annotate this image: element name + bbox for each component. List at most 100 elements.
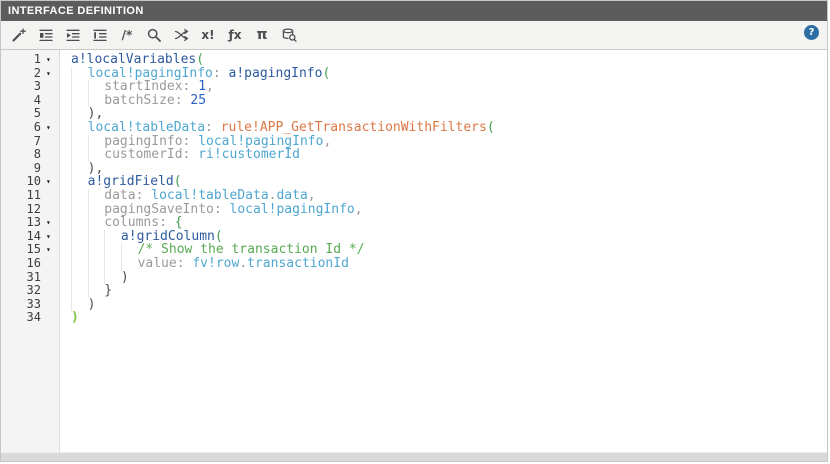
- indent-guide: [71, 216, 88, 230]
- code-text: data: local!tableData.data,: [62, 189, 316, 203]
- fold-toggle-icon[interactable]: ▾: [43, 67, 62, 81]
- token-cls: ): [88, 297, 96, 312]
- fold-toggle-icon[interactable]: ▾: [43, 175, 62, 189]
- token-prm: .: [239, 256, 247, 271]
- indent-guide: [71, 135, 88, 149]
- line-gutter: 32: [1, 284, 62, 298]
- line-gutter: 10▾: [1, 175, 62, 189]
- outdent-lines-icon[interactable]: [88, 24, 112, 46]
- code-line[interactable]: 33): [1, 298, 827, 312]
- fold-spacer: [43, 94, 62, 108]
- token-cls: ): [121, 270, 129, 285]
- line-number: 34: [1, 311, 43, 325]
- code-line[interactable]: 15▾/* Show the transaction Id */: [1, 243, 827, 257]
- line-number: 15: [1, 243, 43, 257]
- code-line[interactable]: 4 batchSize: 25: [1, 94, 827, 108]
- token-hib: ): [71, 310, 79, 325]
- indent-guide: [88, 243, 105, 257]
- line-number: 33: [1, 298, 43, 312]
- code-text: /* Show the transaction Id */: [62, 243, 365, 257]
- indent-guide: [71, 230, 88, 244]
- line-number: 16: [1, 257, 43, 271]
- code-line[interactable]: 5),: [1, 107, 827, 121]
- code-text: ): [62, 271, 129, 285]
- fold-toggle-icon[interactable]: ▾: [43, 243, 62, 257]
- indent-guide: [121, 257, 138, 271]
- token-brk: (: [322, 66, 330, 81]
- function-fx-icon[interactable]: ƒx: [223, 24, 247, 46]
- code-line[interactable]: 12pagingSaveInto: local!pagingInfo,: [1, 203, 827, 217]
- indent-guide: [88, 189, 105, 203]
- fold-toggle-icon[interactable]: ▾: [43, 121, 62, 135]
- indent-arrow-icon[interactable]: [61, 24, 85, 46]
- fold-toggle-icon[interactable]: ▾: [43, 230, 62, 244]
- line-number: 9: [1, 162, 43, 176]
- line-number: 31: [1, 271, 43, 285]
- line-gutter: 13▾: [1, 216, 62, 230]
- code-line[interactable]: 7pagingInfo: local!pagingInfo,: [1, 135, 827, 149]
- line-number: 4: [1, 94, 43, 108]
- help-icon[interactable]: ?: [804, 25, 819, 40]
- code-line[interactable]: 14▾a!gridColumn(: [1, 230, 827, 244]
- code-line[interactable]: 31): [1, 271, 827, 285]
- line-gutter: 14▾: [1, 230, 62, 244]
- line-gutter: 5: [1, 107, 62, 121]
- code-line[interactable]: 6▾local!tableData: rule!APP_GetTransacti…: [1, 121, 827, 135]
- code-lines: 1▾a!localVariables(2▾local!pagingInfo: a…: [1, 53, 827, 325]
- line-number: 32: [1, 284, 43, 298]
- code-line[interactable]: 13▾columns: {: [1, 216, 827, 230]
- line-gutter: 3: [1, 80, 62, 94]
- code-line[interactable]: 32}: [1, 284, 827, 298]
- block-comment-icon[interactable]: /*: [115, 24, 139, 46]
- indent-guide: [88, 257, 105, 271]
- indent-guide: [71, 107, 88, 121]
- code-line[interactable]: 16value: fv!row.transactionId: [1, 257, 827, 271]
- swap-shuffle-icon[interactable]: [169, 24, 193, 46]
- fold-spacer: [43, 148, 62, 162]
- token-brk: (: [487, 120, 495, 135]
- code-text: startIndex: 1,: [62, 80, 214, 94]
- line-number: 3: [1, 80, 43, 94]
- search-icon[interactable]: [142, 24, 166, 46]
- code-line[interactable]: 10▾a!gridField(: [1, 175, 827, 189]
- fold-spacer: [43, 284, 62, 298]
- code-text: pagingInfo: local!pagingInfo,: [62, 135, 331, 149]
- code-line[interactable]: 9),: [1, 162, 827, 176]
- fold-toggle-icon[interactable]: ▾: [43, 216, 62, 230]
- indent-guide: [88, 94, 105, 108]
- test-expression-icon[interactable]: x!: [196, 24, 220, 46]
- line-number: 5: [1, 107, 43, 121]
- code-line[interactable]: 2▾local!pagingInfo: a!pagingInfo(: [1, 67, 827, 81]
- fold-spacer: [43, 257, 62, 271]
- fold-spacer: [43, 107, 62, 121]
- indent-guide: [121, 243, 138, 257]
- indent-guide: [88, 135, 105, 149]
- line-gutter: 9: [1, 162, 62, 176]
- code-text: ): [62, 298, 95, 312]
- indent-block-icon[interactable]: [34, 24, 58, 46]
- code-editor[interactable]: 1▾a!localVariables(2▾local!pagingInfo: a…: [1, 50, 827, 452]
- code-text: local!tableData: rule!APP_GetTransaction…: [62, 121, 495, 135]
- line-number: 12: [1, 203, 43, 217]
- code-line[interactable]: 8customerId: ri!customerId: [1, 148, 827, 162]
- code-line[interactable]: 11data: local!tableData.data,: [1, 189, 827, 203]
- code-line[interactable]: 3 startIndex: 1,: [1, 80, 827, 94]
- code-line[interactable]: 34): [1, 311, 827, 325]
- token-var: ri!customerId: [198, 147, 300, 162]
- line-number: 6: [1, 121, 43, 135]
- line-number: 8: [1, 148, 43, 162]
- format-wand-icon[interactable]: [7, 24, 31, 46]
- code-line[interactable]: 1▾a!localVariables(: [1, 53, 827, 67]
- code-text: batchSize: 25: [62, 94, 206, 108]
- indent-guide: [71, 94, 88, 108]
- function-fx-glyph: ƒx: [229, 29, 242, 41]
- indent-guide: [71, 284, 88, 298]
- interface-definition-panel: INTERFACE DEFINITION /*x!ƒxπ? 1▾a!localV…: [0, 0, 828, 462]
- code-text: a!localVariables(: [62, 53, 204, 67]
- query-database-icon[interactable]: [277, 24, 301, 46]
- code-text: ),: [62, 107, 103, 121]
- token-num: 25: [190, 93, 206, 108]
- pi-operator-icon[interactable]: π: [250, 24, 274, 46]
- token-prm: batchSize:: [104, 93, 190, 108]
- fold-toggle-icon[interactable]: ▾: [43, 53, 62, 67]
